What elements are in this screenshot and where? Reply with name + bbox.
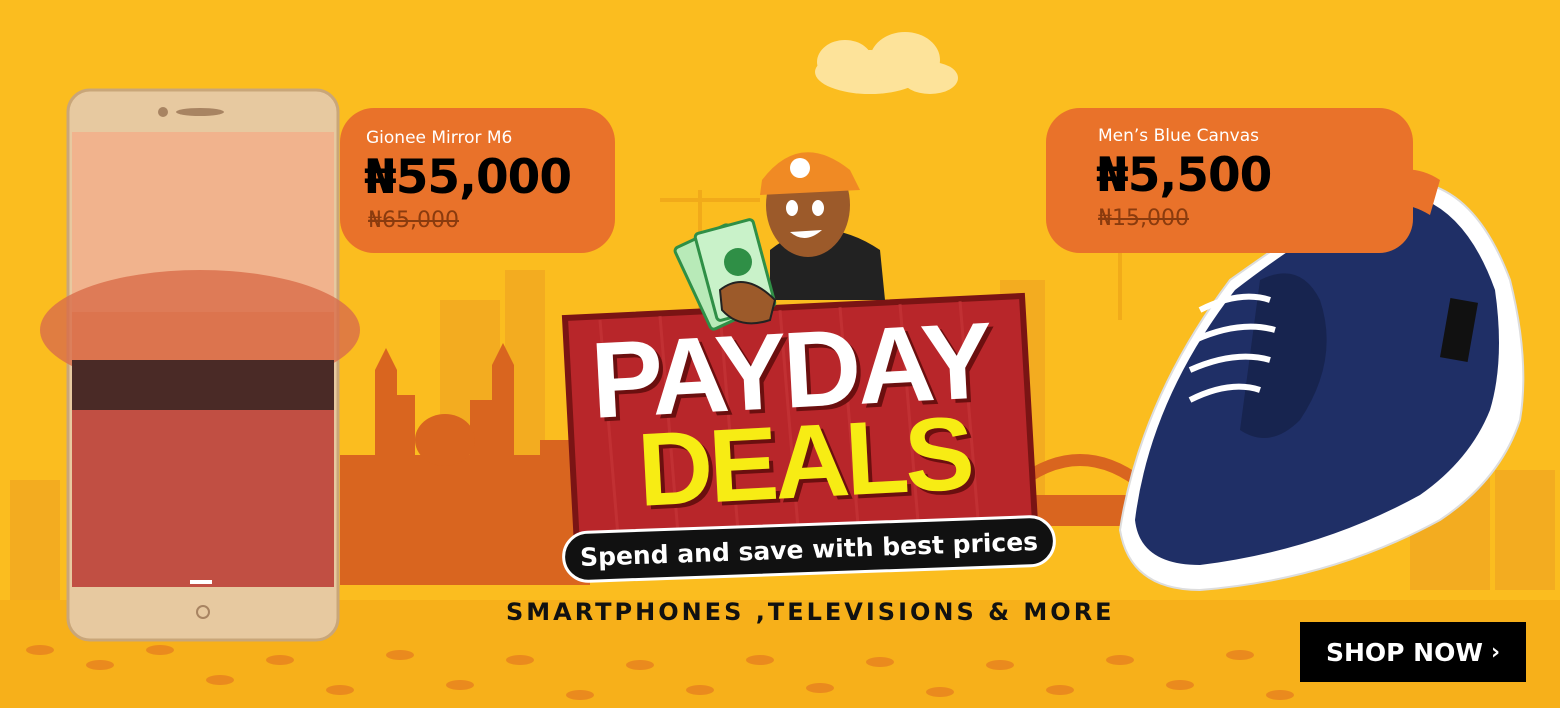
product-price: ₦55,000	[364, 150, 572, 205]
categories-text: SMARTPHONES ,TELEVISIONS & MORE	[506, 598, 1115, 626]
cloud-icon	[815, 32, 958, 94]
headline-deals: DEALS	[635, 395, 974, 529]
product-name: Men’s Blue Canvas	[1098, 126, 1259, 146]
mascot-icon	[760, 152, 885, 300]
product-card-sneaker[interactable]: Men’s Blue Canvas ₦5,500 ₦15,000	[1046, 108, 1413, 253]
product-card-phone[interactable]: Gionee Mirror M6 ₦55,000 ₦65,000	[340, 108, 615, 253]
phone-image	[40, 88, 360, 642]
shop-now-label: SHOP NOW	[1325, 637, 1483, 667]
product-price: ₦5,500	[1096, 148, 1272, 203]
product-old-price: ₦15,000	[1098, 206, 1189, 231]
payday-deals-banner[interactable]: Gionee Mirror M6 ₦55,000 ₦65,000 Men’s B…	[0, 0, 1560, 708]
product-old-price: ₦65,000	[368, 208, 459, 233]
chevron-right-icon: ›	[1490, 639, 1501, 665]
product-name: Gionee Mirror M6	[366, 128, 513, 148]
shop-now-button[interactable]: SHOP NOW ›	[1300, 622, 1526, 682]
